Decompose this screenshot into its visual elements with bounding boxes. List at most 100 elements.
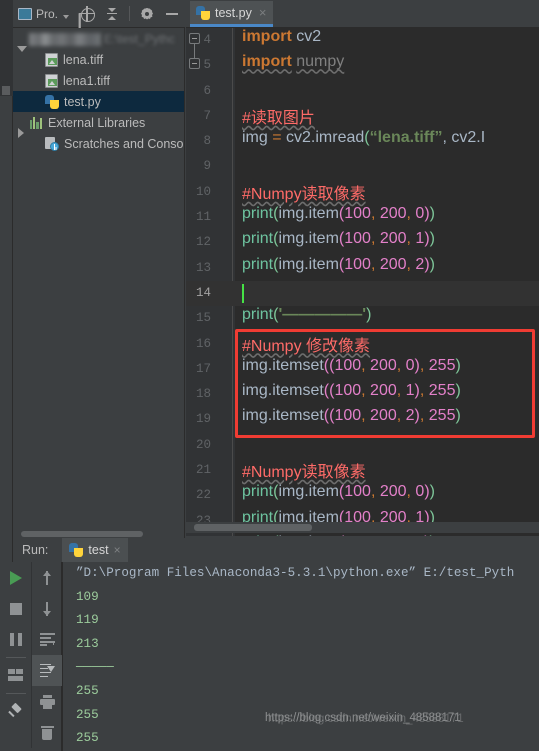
fold-marker-line-5[interactable] xyxy=(189,58,200,69)
line-code-18: img.itemset((100, 200, 1), 255) xyxy=(242,382,461,400)
run-toolbar xyxy=(0,562,63,751)
console-line-1: 109 xyxy=(76,589,99,604)
editor-line-7[interactable]: 7 #读取图片 xyxy=(186,104,539,129)
line-number-8: 8 xyxy=(203,134,211,149)
scrollbar-thumb[interactable] xyxy=(194,524,312,531)
editor-line-11[interactable]: 11 print(img.item(100, 200, 0)) xyxy=(186,205,539,230)
run-tab-test[interactable]: test × xyxy=(62,538,128,562)
strip-marker xyxy=(2,86,10,95)
editor-horizontal-scrollbar[interactable] xyxy=(186,522,539,533)
line-number-7: 7 xyxy=(203,108,211,123)
line-code-5: import numpy xyxy=(242,53,345,71)
line-number-17: 17 xyxy=(195,361,211,376)
editor-line-20[interactable]: 20 xyxy=(186,433,539,458)
settings-gear-icon[interactable] xyxy=(139,6,155,22)
python-file-icon xyxy=(196,5,210,20)
line-number-20: 20 xyxy=(195,437,211,452)
window-layout-icon xyxy=(8,669,23,682)
tree-item-test-py[interactable]: test.py xyxy=(13,91,184,112)
editor-line-16[interactable]: 16 #Numpy 修改像素 xyxy=(186,332,539,357)
pause-button[interactable] xyxy=(0,624,31,655)
line-number-16: 16 xyxy=(195,336,211,351)
editor-line-6[interactable]: 6 xyxy=(186,79,539,104)
line-number-10: 10 xyxy=(195,184,211,199)
fold-marker-line-4[interactable] xyxy=(189,33,200,44)
editor-line-12[interactable]: 12 print(img.item(100, 200, 1)) xyxy=(186,230,539,255)
scrollbar-thumb[interactable] xyxy=(21,531,143,537)
pin-tab-button[interactable] xyxy=(0,696,31,727)
editor-line-5[interactable]: 5 import numpy xyxy=(186,53,539,78)
editor-line-24[interactable]: 24 print(img.item(100, 200, 2)) xyxy=(186,534,539,536)
line-number-11: 11 xyxy=(195,210,211,225)
fold-connector xyxy=(194,44,195,58)
editor-lines: 4 import cv2 5 import numpy 6 7 #读取图片 8 img = cv… xyxy=(186,28,539,536)
scroll-to-end-button[interactable] xyxy=(31,655,63,686)
tool-window-button-project[interactable]: 1: Project xyxy=(0,0,13,96)
line-number-21: 21 xyxy=(195,463,211,478)
console-line-0: ”D:\Program Files\Anaconda3-5.3.1\python… xyxy=(76,566,515,580)
tree-item-label: test.py xyxy=(64,94,101,109)
soft-wrap-button[interactable] xyxy=(32,624,63,655)
clear-all-button[interactable] xyxy=(32,717,63,748)
editor-line-10[interactable]: 10 #Numpy读取像素 xyxy=(186,180,539,205)
tree-item-label: External Libraries xyxy=(48,115,146,130)
libraries-icon xyxy=(29,116,43,130)
run-toolbar-column-right xyxy=(31,562,63,748)
toolbar-divider xyxy=(129,6,131,21)
python-file-icon xyxy=(45,94,59,109)
line-code-17: img.itemset((100, 200, 0), 255) xyxy=(242,356,461,374)
up-button[interactable] xyxy=(32,562,63,593)
editor-line-14[interactable]: 14 xyxy=(186,280,539,307)
code-editor[interactable]: 4 import cv2 5 import numpy 6 7 #读取图片 8 img = cv… xyxy=(186,28,539,536)
line-code-13: print(img.item(100, 200, 2)) xyxy=(242,255,435,273)
down-button[interactable] xyxy=(32,593,63,624)
project-panel-header: Pro. xyxy=(13,0,185,28)
project-tree-scrollbar[interactable] xyxy=(13,529,185,538)
editor-line-13[interactable]: 13 print(img.item(100, 200, 2)) xyxy=(186,256,539,281)
line-code-4: import cv2 xyxy=(242,28,322,45)
project-dropdown[interactable]: Pro. xyxy=(18,6,70,21)
collapse-all-icon[interactable] xyxy=(104,6,120,22)
project-root-path-blurred: E:\test_Pythc xyxy=(104,32,175,46)
tree-item-scratches-and-consoles[interactable]: Scratches and Consoles xyxy=(13,133,184,154)
run-tab-label: test xyxy=(88,543,109,557)
run-toolbar-column-left xyxy=(0,562,31,727)
editor-line-18[interactable]: 18 img.itemset((100, 200, 1), 255) xyxy=(186,382,539,407)
print-button[interactable] xyxy=(32,686,63,717)
editor-line-17[interactable]: 17 img.itemset((100, 200, 0), 255) xyxy=(186,357,539,382)
close-icon[interactable]: × xyxy=(259,6,267,19)
hide-panel-icon[interactable] xyxy=(164,6,180,22)
pin-icon xyxy=(8,702,23,719)
line-code-10: #Numpy读取像素 xyxy=(242,185,366,203)
editor-line-9[interactable]: 9 xyxy=(186,154,539,179)
line-code-19: img.itemset((100, 200, 2), 255) xyxy=(242,407,461,425)
editor-line-22[interactable]: 22 print(img.item(100, 200, 0)) xyxy=(186,483,539,508)
editor-line-15[interactable]: 15 print('—————') xyxy=(186,306,539,331)
editor-line-4[interactable]: 4 import cv2 xyxy=(186,28,539,53)
project-tree[interactable]: E:\test_Pythc lena.tiff lena1.tiff test.… xyxy=(13,28,185,553)
console-line-7: 255 xyxy=(76,731,99,746)
line-code-12: print(img.item(100, 200, 1)) xyxy=(242,230,435,248)
project-dropdown-label: Pro. xyxy=(36,6,59,21)
run-tool-window-header: Run: test × xyxy=(13,538,539,562)
console-line-2: 119 xyxy=(76,613,99,628)
editor-line-8[interactable]: 8 img = cv2.imread(“lena.tiff”, cv2.I xyxy=(186,129,539,154)
project-header-icons xyxy=(79,5,180,22)
tree-item-external-libraries[interactable]: External Libraries xyxy=(13,112,184,138)
stop-button[interactable] xyxy=(0,593,31,624)
tree-item-lena1-tiff[interactable]: lena1.tiff xyxy=(13,70,184,91)
run-button[interactable] xyxy=(0,562,31,593)
watermark-text-ghost: https://blog.csdn.net/weixin_48588171 xyxy=(268,713,464,725)
restore-layout-button[interactable] xyxy=(0,660,31,691)
tab-test-py[interactable]: test.py × xyxy=(190,1,274,27)
tree-item-lena-tiff[interactable]: lena.tiff xyxy=(13,49,184,70)
locate-icon[interactable] xyxy=(79,5,96,22)
toolbar-divider xyxy=(5,657,26,658)
editor-line-19[interactable]: 19 img.itemset((100, 200, 2), 255) xyxy=(186,407,539,432)
tree-item-project-root[interactable]: E:\test_Pythc xyxy=(13,28,184,52)
line-code-8: img = cv2.imread(“lena.tiff”, cv2.I xyxy=(242,129,486,147)
editor-line-21[interactable]: 21 #Numpy读取像素 xyxy=(186,458,539,483)
scroll-end-icon xyxy=(39,663,55,678)
chevron-down-icon xyxy=(63,14,70,19)
close-icon[interactable]: × xyxy=(114,543,121,557)
